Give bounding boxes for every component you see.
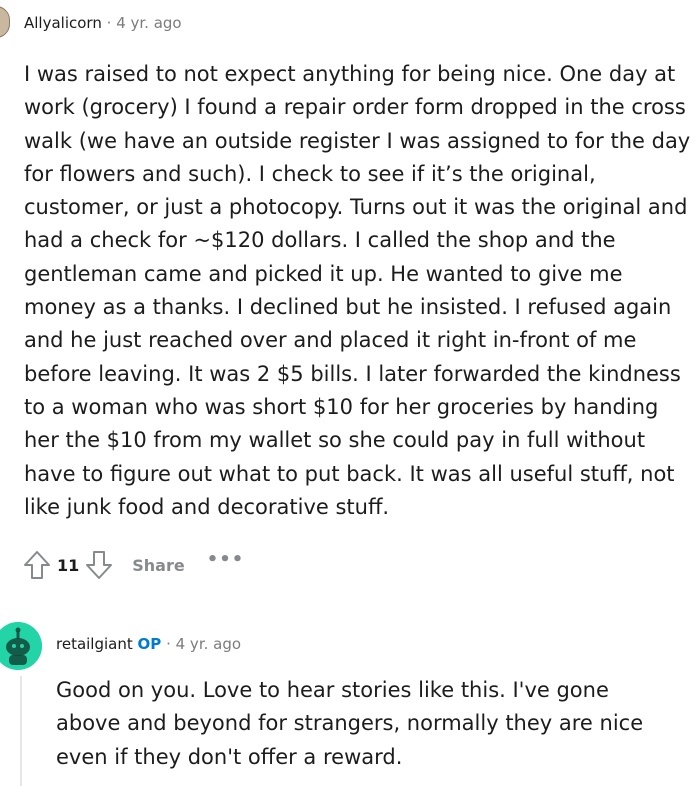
reply-meta: retailgiant OP · 4 yr. ago [56, 634, 241, 654]
upvote-arrow-icon[interactable] [22, 548, 52, 582]
vote-score: 11 [57, 555, 80, 575]
comment-body: I was raised to not expect anything for … [24, 62, 691, 519]
user-avatar[interactable] [0, 6, 10, 38]
comment-actions: 11 Share ••• [22, 548, 244, 582]
meta-separator: · [106, 14, 112, 32]
thread-line[interactable] [20, 676, 22, 786]
reply-timestamp[interactable]: 4 yr. ago [176, 635, 241, 653]
comment-timestamp[interactable]: 4 yr. ago [116, 14, 181, 32]
reply-author[interactable]: retailgiant [56, 635, 133, 653]
snoo-icon [0, 622, 42, 670]
op-badge: OP [137, 635, 162, 653]
comment-meta: Allyalicorn · 4 yr. ago [24, 13, 182, 33]
meta-separator: · [166, 635, 171, 653]
share-button[interactable]: Share [132, 556, 184, 575]
reply-body: Good on you. Love to hear stories like t… [56, 678, 644, 769]
snoo-avatar-icon[interactable] [0, 622, 42, 670]
downvote-arrow-icon[interactable] [84, 548, 114, 582]
more-options-icon[interactable]: ••• [207, 549, 245, 570]
comment-author[interactable]: Allyalicorn [24, 14, 102, 32]
